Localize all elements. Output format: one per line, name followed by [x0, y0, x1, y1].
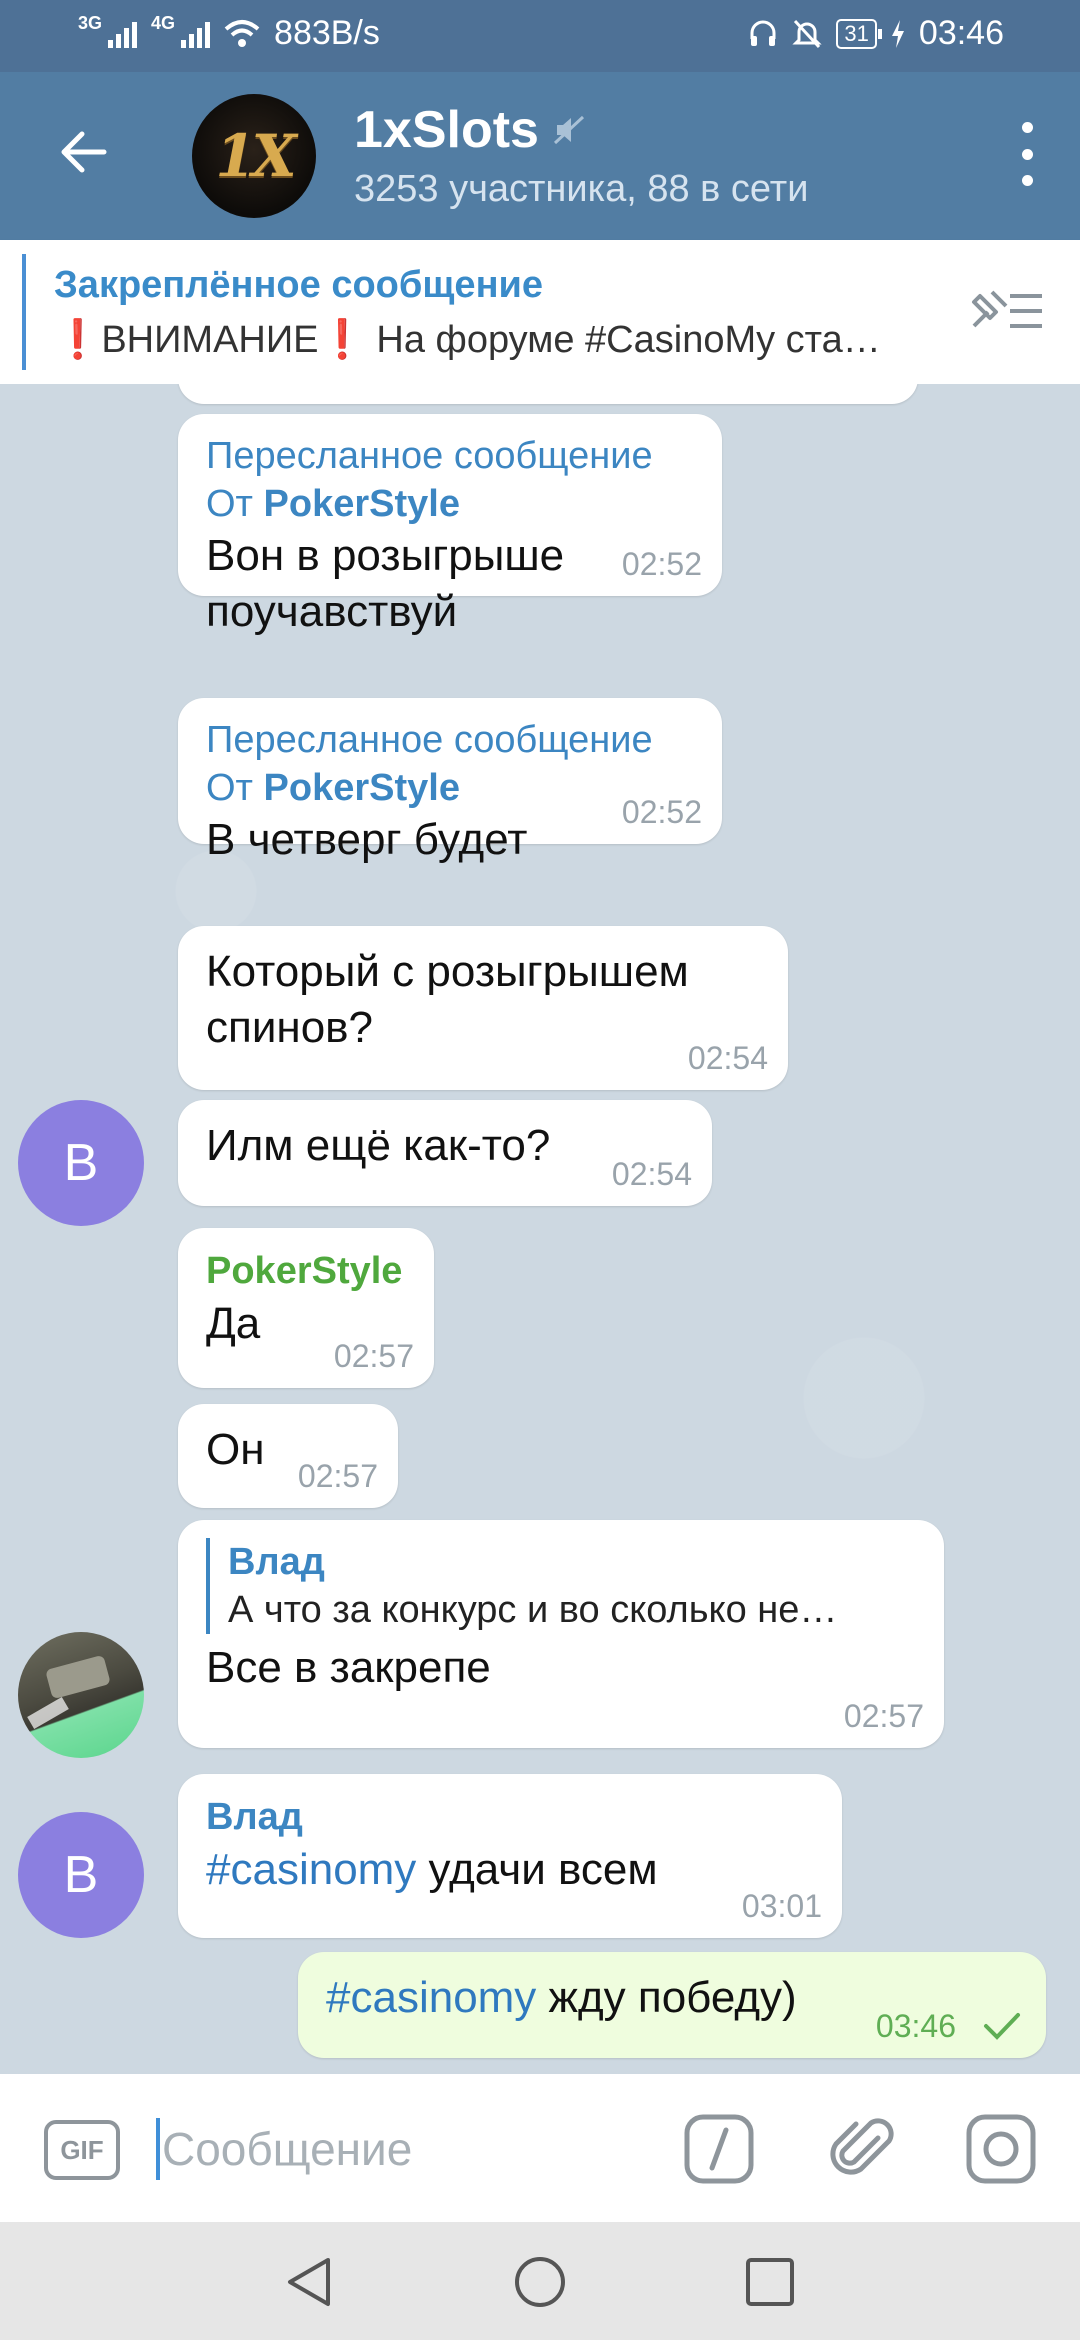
forward-from-name: PokerStyle: [263, 767, 460, 809]
message-time: 02:57: [843, 1698, 924, 1734]
outgoing-message-bubble[interactable]: #casinomy жду победу) 03:46: [298, 1952, 1046, 2058]
reply-sender: Влад: [228, 1541, 325, 1583]
message-time: 03:46: [875, 2008, 956, 2044]
channel-title[interactable]: 1xSlots: [354, 100, 587, 160]
message-time: 02:57: [333, 1338, 414, 1374]
forward-from-prefix: От: [206, 767, 253, 809]
headset-icon: [750, 20, 776, 46]
camera-icon[interactable]: [964, 2112, 1038, 2186]
message-bubble[interactable]: Илм ещё как-то? 02:54: [178, 1100, 712, 1206]
avatar[interactable]: [18, 1632, 144, 1758]
bot-command-icon[interactable]: [682, 2112, 756, 2186]
forward-label: Пересланное сообщение: [206, 435, 653, 477]
message-time: 02:54: [687, 1040, 768, 1076]
nav-back-icon[interactable]: [282, 2254, 338, 2310]
avatar-initial: В: [63, 1134, 99, 1192]
pinned-text-tail: На форуме #CasinoMy ста…: [376, 319, 881, 361]
message-input[interactable]: [162, 2114, 662, 2184]
message-bubble-partial[interactable]: [178, 384, 918, 404]
message-text-body: удачи всем: [428, 1845, 658, 1894]
message-bubble[interactable]: Пересланное сообщение От PokerStyle Вон …: [178, 414, 722, 636]
battery-icon: 31: [836, 18, 883, 49]
avatar-initial: В: [63, 1846, 99, 1904]
hashtag-link[interactable]: #casinomy: [206, 1845, 416, 1894]
avatar[interactable]: В: [18, 1812, 144, 1938]
channel-avatar[interactable]: 1X: [192, 94, 316, 218]
message-bubble[interactable]: PokerStyle Да 02:57: [178, 1228, 434, 1388]
nav-home-icon[interactable]: [512, 2254, 568, 2310]
network-type-label: 3G: [78, 13, 103, 33]
pinned-text-head: ВНИМАНИЕ: [101, 319, 319, 361]
wifi-icon: [224, 19, 260, 47]
battery-level: 31: [844, 20, 869, 46]
forward-from-name: PokerStyle: [263, 483, 460, 525]
forward-label: Пересланное сообщение: [206, 719, 653, 761]
network-speed: 883B/s: [274, 14, 380, 52]
message-time: 02:52: [621, 546, 702, 582]
message-time: 03:01: [741, 1888, 822, 1924]
message-bubble[interactable]: Влад А что за конкурс и во сколько не… В…: [178, 1520, 944, 1748]
mute-bell-icon: [792, 19, 823, 48]
message-text: Вон в розыгрыше поучавствуй: [206, 531, 565, 636]
clock: 03:46: [918, 14, 1004, 52]
pinned-text: ❗ВНИМАНИЕ❗ На форуме #CasinoMy ста…: [54, 318, 944, 362]
nav-recents-icon[interactable]: [742, 2254, 798, 2310]
gif-button[interactable]: GIF: [44, 2120, 120, 2180]
message-bubble[interactable]: Он 02:57: [178, 1404, 398, 1508]
message-bubble[interactable]: Пересланное сообщение От PokerStyle В че…: [178, 698, 722, 864]
signal-icon: [108, 20, 138, 48]
message-text-body: жду победу): [548, 1973, 797, 2022]
message-composer: GIF: [0, 2074, 1080, 2222]
hashtag-link[interactable]: #casinomy: [326, 1973, 536, 2022]
gif-label: GIF: [60, 2134, 104, 2165]
sender-name[interactable]: Влад: [206, 1792, 814, 1842]
forward-from[interactable]: От PokerStyle: [206, 764, 694, 812]
pin-list-icon[interactable]: [966, 286, 1046, 336]
message-time: 02:57: [297, 1458, 378, 1494]
message-text: В четверг будет: [206, 815, 528, 864]
exclamation-emoji: ❗: [54, 319, 102, 361]
pinned-title: Закреплённое сообщение: [54, 264, 544, 306]
text-cursor: [156, 2118, 160, 2180]
system-navigation-bar: [0, 2222, 1080, 2340]
speaker-mute-icon: [553, 115, 585, 145]
message-time: 02:54: [611, 1156, 692, 1192]
check-icon: [984, 2013, 1020, 2040]
sender-name[interactable]: PokerStyle: [206, 1246, 406, 1296]
reply-preview[interactable]: Влад А что за конкурс и во сколько не…: [206, 1538, 916, 1634]
exclamation-emoji: ❗: [318, 319, 366, 361]
pinned-indicator: [22, 254, 26, 370]
message-bubble[interactable]: Влад #casinomy удачи всем 03:01: [178, 1774, 842, 1938]
message-text: Который с розыгрышем спинов?: [206, 947, 689, 1052]
message-time: 02:52: [621, 794, 702, 830]
channel-avatar-logo: 1X: [215, 122, 296, 190]
channel-title-text: 1xSlots: [354, 101, 539, 159]
message-text: #casinomy удачи всем: [206, 1842, 814, 1898]
network-type-label-2: 4G: [151, 13, 176, 33]
status-bar: 3G 4G 883B/s 31 03:46: [0, 0, 1080, 72]
forward-from[interactable]: От PokerStyle: [206, 480, 694, 528]
arrow-left-icon[interactable]: [54, 122, 114, 182]
charging-icon: [891, 19, 904, 48]
reply-text: А что за конкурс и во сколько не…: [228, 1589, 838, 1631]
more-vert-icon[interactable]: [1012, 122, 1042, 186]
paperclip-icon[interactable]: [826, 2112, 900, 2186]
avatar[interactable]: В: [18, 1100, 144, 1226]
message-bubble[interactable]: Который с розыгрышем спинов? 02:54: [178, 926, 788, 1090]
message-text: Все в закрепе: [206, 1643, 491, 1692]
forward-from-prefix: От: [206, 483, 253, 525]
message-list[interactable]: Пересланное сообщение От PokerStyle Вон …: [0, 384, 1080, 2074]
signal-icon-2: [181, 20, 211, 48]
chat-header: 1X 1xSlots 3253 участника, 88 в сети: [0, 72, 1080, 240]
pinned-message-bar[interactable]: Закреплённое сообщение ❗ВНИМАНИЕ❗ На фор…: [0, 240, 1080, 384]
channel-members: 3253 участника, 88 в сети: [354, 168, 809, 210]
